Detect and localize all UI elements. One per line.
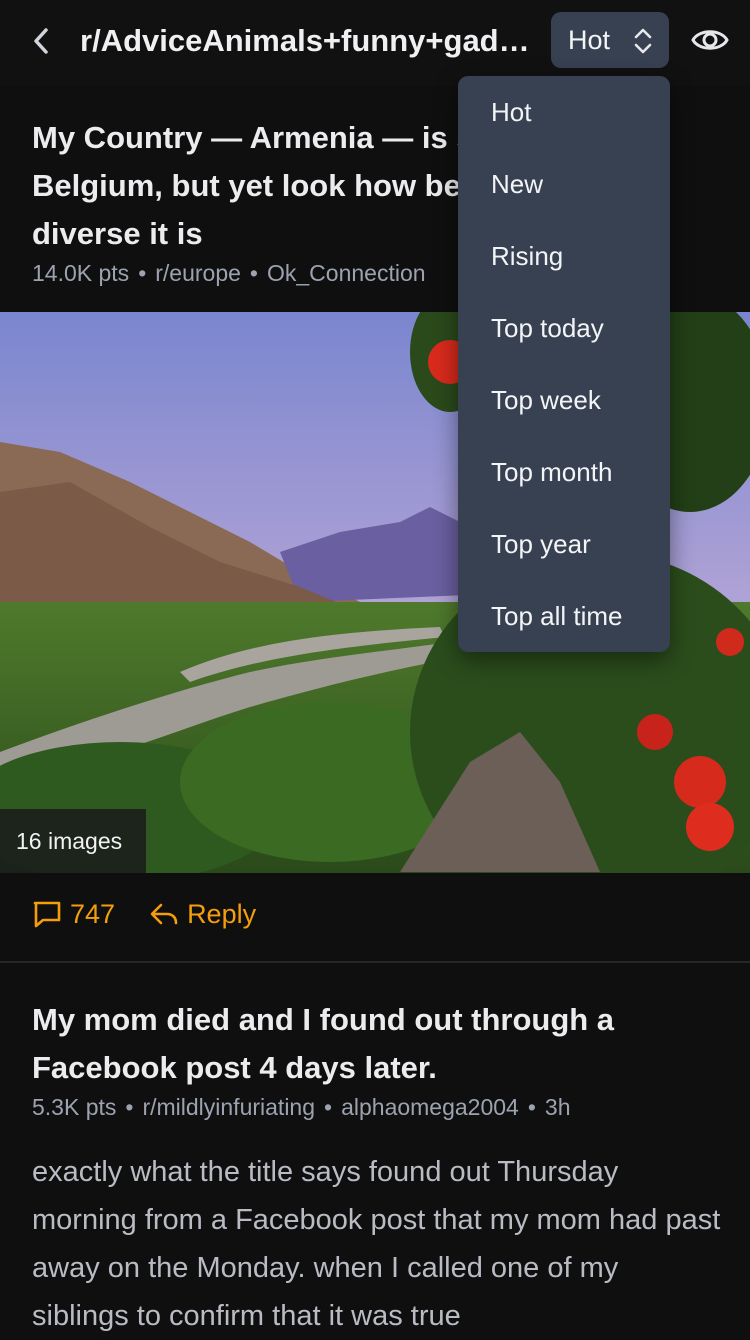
sort-button[interactable]: Hot <box>551 12 669 68</box>
post-meta: 14.0K pts • r/europe • Ok_Connection <box>32 260 426 286</box>
reply-label: Reply <box>187 898 257 929</box>
sort-option-hot[interactable]: Hot <box>458 76 670 148</box>
comment-count: 747 <box>70 898 116 929</box>
view-toggle-button[interactable] <box>688 20 732 60</box>
post-subreddit[interactable]: r/mildlyinfuriating <box>142 1094 315 1120</box>
post-points: 5.3K pts <box>32 1094 117 1120</box>
sort-menu: Hot New Rising Top today Top week Top mo… <box>458 76 670 652</box>
post-age: 3h <box>544 1094 571 1120</box>
comments-button[interactable]: 747 <box>32 899 115 930</box>
reply-icon <box>150 903 178 925</box>
sort-option-rising[interactable]: Rising <box>458 220 670 292</box>
sort-option-new[interactable]: New <box>458 148 670 220</box>
post-title[interactable]: My mom died and I found out through a Fa… <box>32 996 722 1092</box>
post-actions: 747 Reply <box>32 892 290 936</box>
sort-option-top-month[interactable]: Top month <box>458 436 670 508</box>
post-divider <box>0 961 750 963</box>
post-meta: 5.3K pts • r/mildlyinfuriating • alphaomega2… <box>32 1094 571 1120</box>
image-count-badge: 16 images <box>0 809 146 873</box>
post-body[interactable]: exactly what the title says found out Th… <box>32 1148 722 1340</box>
reply-button[interactable]: Reply <box>149 899 256 930</box>
post-subreddit[interactable]: r/europe <box>155 260 241 286</box>
post-author[interactable]: Ok_Connection <box>267 260 426 286</box>
sort-option-top-today[interactable]: Top today <box>458 292 670 364</box>
page-title: r/AdviceAnimals+funny+gadgets+gaming+mil… <box>80 23 540 58</box>
chevron-left-icon <box>34 28 48 54</box>
sort-value: Hot <box>568 24 611 55</box>
eye-icon <box>691 30 729 50</box>
sort-option-top-all-time[interactable]: Top all time <box>458 580 670 652</box>
back-button[interactable] <box>26 24 56 58</box>
comment-icon <box>33 901 61 928</box>
top-bar: r/AdviceAnimals+funny+gadgets+gaming+mil… <box>0 0 750 86</box>
chevron-up-down-icon <box>634 28 652 54</box>
post-author[interactable]: alphaomega2004 <box>341 1094 519 1120</box>
sort-option-top-week[interactable]: Top week <box>458 364 670 436</box>
post-points: 14.0K pts <box>32 260 130 286</box>
sort-option-top-year[interactable]: Top year <box>458 508 670 580</box>
